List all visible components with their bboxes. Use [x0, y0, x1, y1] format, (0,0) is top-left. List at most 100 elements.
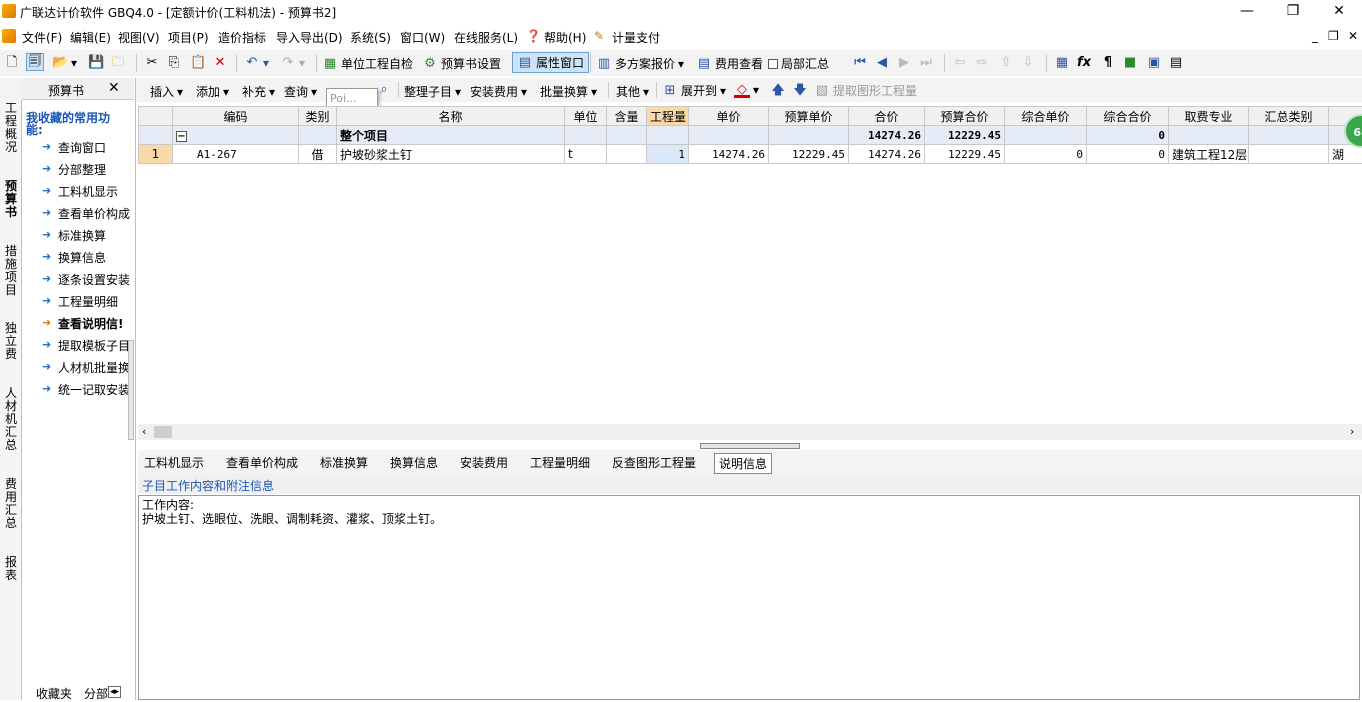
last-icon[interactable]: ⏭ [918, 55, 934, 71]
menu-online-service[interactable]: 在线服务(L) [454, 29, 518, 46]
splitter-handle[interactable] [700, 443, 800, 449]
tab-unit-price-composition[interactable]: 查看单价构成 [222, 453, 302, 472]
partial-sum-checkbox[interactable]: 局部汇总 [768, 55, 829, 72]
fav-material-display[interactable]: 工料机显示 [58, 183, 148, 200]
project-total-row[interactable]: − 整个项目 14274.26 12229.45 0 [139, 126, 1362, 145]
insert-dropdown[interactable]: 插入▾ [150, 83, 183, 100]
cube-icon[interactable]: ■ [1122, 55, 1138, 71]
table-row[interactable]: 1 A1-267 借 护坡砂浆土钉 t 1 14274.26 12229.45 … [139, 145, 1362, 164]
install-fee-dropdown[interactable]: 安装费用▾ [470, 83, 527, 100]
menu-help[interactable]: 帮助(H) [544, 29, 586, 46]
table-icon[interactable]: ▤ [1168, 55, 1184, 71]
fee-view-button[interactable]: ▤费用查看 [696, 55, 763, 72]
menu-system[interactable]: 系统(S) [350, 29, 391, 46]
self-check-button[interactable]: ▦单位工程自检 [322, 55, 413, 72]
new-icon[interactable]: 🗋 [4, 55, 20, 71]
tab-project-overview[interactable]: 工程概况 [2, 102, 20, 154]
tab-fee-summary[interactable]: 费用汇总 [2, 478, 20, 530]
fav-install-setting[interactable]: 逐条设置安装 [58, 271, 130, 288]
fav-query-window[interactable]: 查询窗口 [58, 139, 148, 156]
menu-file[interactable]: 文件(F) [22, 29, 62, 46]
menu-import-export[interactable]: 导入导出(D) [276, 29, 343, 46]
next-icon[interactable]: ▶ [896, 55, 912, 71]
tab-report[interactable]: 报表 [2, 556, 20, 582]
tab-reverse-graphic[interactable]: 反查图形工程量 [608, 453, 700, 472]
col-budget-total[interactable]: 预算合价 [925, 107, 1005, 126]
expand-dropdown[interactable]: ⊞展开到▾ [662, 82, 726, 99]
binoculars-icon[interactable]: ⌕ [376, 82, 392, 98]
row-index[interactable]: 1 [139, 145, 173, 164]
arrow-left-icon[interactable]: ⇦ [952, 55, 968, 71]
scroll-thumb[interactable] [154, 426, 172, 438]
copy-icon[interactable]: ⎘ [166, 55, 182, 71]
arrow-up-icon[interactable]: ⇧ [998, 55, 1014, 71]
mdi-restore-button[interactable]: ❐ [1328, 29, 1339, 43]
tab-quantity-detail[interactable]: 工程量明细 [526, 453, 594, 472]
mdi-close-button[interactable]: ✕ [1348, 29, 1358, 43]
col-unit-price[interactable]: 单价 [689, 107, 769, 126]
copy-doc-icon[interactable]: 🗐 [26, 53, 44, 71]
menu-edit[interactable]: 编辑(E) [70, 29, 111, 46]
menu-view[interactable]: 视图(V) [118, 29, 160, 46]
col-code[interactable]: 编码 [173, 107, 299, 126]
document-icon[interactable] [2, 29, 16, 43]
other-dropdown[interactable]: 其他▾ [616, 83, 649, 100]
tab-sections[interactable]: 分部 [84, 685, 108, 702]
sidebar-close-button[interactable]: ✕ [108, 80, 120, 96]
cell-code[interactable]: A1-267 [173, 145, 299, 164]
col-composite-unit-price[interactable]: 综合单价 [1005, 107, 1087, 126]
tab-budget-book[interactable]: 预算书 [2, 180, 20, 219]
fav-batch-material[interactable]: 人材机批量换 [58, 359, 130, 376]
tab-material-display[interactable]: 工料机显示 [140, 453, 208, 472]
fav-unified-install[interactable]: 统一记取安装 [58, 381, 130, 398]
tab-material-summary[interactable]: 人材机汇总 [2, 387, 20, 452]
cell-quantity[interactable]: 1 [647, 145, 689, 164]
tab-independent-fee[interactable]: 独立费 [2, 322, 20, 361]
col-type[interactable]: 类别 [299, 107, 337, 126]
cell-total[interactable]: 14274.26 [849, 145, 925, 164]
screen-icon[interactable]: ▣ [1146, 55, 1162, 71]
first-icon[interactable]: ⏮ [852, 55, 868, 71]
col-quantity[interactable]: 工程量 [647, 107, 689, 126]
query-dropdown[interactable]: 查询▾ [284, 83, 317, 100]
horizontal-scrollbar[interactable]: ‹ › [138, 424, 1362, 440]
menu-project[interactable]: 项目(P) [168, 29, 209, 46]
col-unit[interactable]: 单位 [565, 107, 607, 126]
organize-dropdown[interactable]: 整理子目▾ [404, 83, 461, 100]
supplement-dropdown[interactable]: 补充▾ [242, 83, 275, 100]
cell-type[interactable]: 借 [299, 145, 337, 164]
add-dropdown[interactable]: 添加▾ [196, 83, 229, 100]
formula-icon[interactable]: fx [1076, 55, 1092, 71]
info-content[interactable]: 工作内容: 护坡土钉、选眼位、洗眼、调制耗资、灌浆、顶浆土钉。 [138, 495, 1360, 700]
fav-section-organize[interactable]: 分部整理 [58, 161, 148, 178]
fav-view-description[interactable]: 查看说明信! [58, 315, 130, 332]
cell-unit-price[interactable]: 14274.26 [689, 145, 769, 164]
tab-favorites[interactable]: 收藏夹 [36, 685, 72, 702]
cell-fee-major[interactable]: 建筑工程12层 [1169, 145, 1249, 164]
cell-composite-total[interactable]: 0 [1087, 145, 1169, 164]
redo-icon[interactable]: ↷▾ [280, 55, 305, 71]
cell-unit[interactable]: t [565, 145, 607, 164]
paste-icon[interactable]: 📋 [190, 55, 206, 71]
close-window-button[interactable]: ✕ [1316, 0, 1362, 22]
col-name[interactable]: 名称 [337, 107, 565, 126]
arrow-down-icon[interactable]: ⇩ [1020, 55, 1036, 71]
cell-budget-total[interactable]: 12229.45 [925, 145, 1005, 164]
delete-icon[interactable]: ✕ [212, 55, 228, 71]
mdi-minimize-button[interactable]: _ [1312, 29, 1318, 43]
col-composite-total[interactable]: 综合合价 [1087, 107, 1169, 126]
save-icon[interactable]: 💾 [88, 55, 104, 71]
cell-composite-unit-price[interactable]: 0 [1005, 145, 1087, 164]
fav-unit-price-composition[interactable]: 查看单价构成 [58, 205, 130, 222]
collapse-toggle[interactable]: − [176, 131, 187, 142]
color-dropdown[interactable]: ◇▾ [734, 82, 759, 98]
scroll-left-icon[interactable]: ‹ [142, 425, 146, 438]
minimize-button[interactable]: — [1224, 0, 1270, 22]
calculator-icon[interactable]: ▦ [1054, 55, 1070, 71]
cut-icon[interactable]: ✂ [144, 55, 160, 71]
scroll-right-icon[interactable]: › [1350, 425, 1354, 438]
tab-scroll-icon[interactable]: ◂▸ [108, 686, 121, 698]
move-up-icon[interactable]: 🡅 [770, 83, 786, 99]
tab-description[interactable]: 说明信息 [714, 453, 772, 474]
arrow-right-icon[interactable]: ⇨ [974, 55, 990, 71]
